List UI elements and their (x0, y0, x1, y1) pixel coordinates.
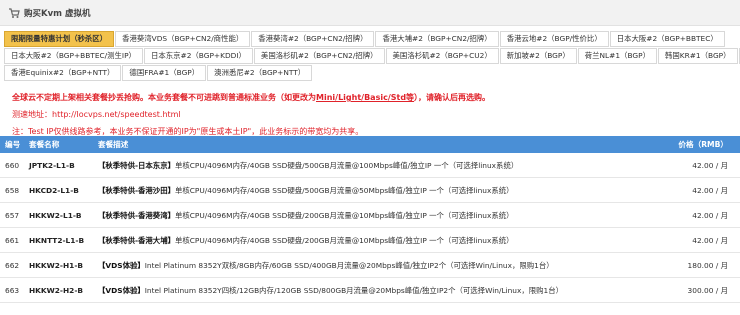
plan-desc-text: 单核CPU/4096M内存/40GB SSD硬盘/200GB月流量@10Mbps… (174, 236, 514, 245)
table-row[interactable]: 661 HKNTT2-L1-B 【秋季特供-香港大埔】单核CPU/4096M内存… (0, 228, 740, 253)
tab-hk-kwaiwan-vds[interactable]: 香港葵湾VDS（BGP+CN2/商性能） (115, 31, 251, 47)
tab-row: 香港Equinix#2（BGP+NTT） 德国FRA#1（BGP） 澳洲悉尼#2… (4, 65, 740, 81)
plan-desc-text: 单核CPU/4096M内存/40GB SSD硬盘/500GB月流量@100Mbp… (174, 161, 519, 170)
tab-jp-osaka-2[interactable]: 日本大阪#2（BGP+BBTEC） (609, 31, 725, 47)
plan-price: 42.00 / 月 (692, 186, 728, 195)
plan-id: 660 (5, 161, 20, 170)
plan-id: 658 (5, 186, 20, 195)
notice-link[interactable]: Mini/Light/Basic/Std等 (316, 93, 414, 102)
tab-hk-equinix-2[interactable]: 香港Equinix#2（BGP+NTT） (4, 65, 122, 81)
tab-au-sydney-2[interactable]: 澳洲悉尼#2（BGP+NTT） (207, 65, 313, 81)
table-row[interactable]: 662 HKKW2-H1-B 【VDS体验】Intel Platinum 835… (0, 253, 740, 278)
plan-desc: 【VDS体验】Intel Platinum 8352Y四核/12GB内存/120… (98, 278, 563, 303)
plan-desc: 【秋季特供-日本东京】单核CPU/4096M内存/40GB SSD硬盘/500G… (98, 153, 518, 178)
plan-tag: 【秋季特供-日本东京】 (98, 161, 175, 170)
table-row[interactable]: 663 HKKW2-H2-B 【VDS体验】Intel Platinum 835… (0, 278, 740, 303)
plan-id: 657 (5, 211, 20, 220)
plan-name: JPTK2-L1-B (29, 161, 75, 170)
tab-hk-taipo-2[interactable]: 香港大埔#2（BGP+CN2/招牌） (375, 31, 499, 47)
plan-name: HKNTT2-L1-B (29, 236, 85, 245)
plan-price: 42.00 / 月 (692, 236, 728, 245)
plan-id: 662 (5, 261, 20, 270)
page-title: 购买Kvm 虚拟机 (24, 8, 91, 19)
notice-text: ），请确认后再选购。 (414, 93, 491, 102)
plan-desc: 【VDS体验】Intel Platinum 8352Y双核/8GB内存/60GB… (98, 253, 554, 278)
tab-us-la-2-cu2[interactable]: 美国洛杉矶#2（BGP+CU2） (385, 48, 499, 64)
plan-id: 661 (5, 236, 20, 245)
plan-price: 42.00 / 月 (692, 211, 728, 220)
plan-table: 660 JPTK2-L1-B 【秋季特供-日本东京】单核CPU/4096M内存/… (0, 153, 740, 303)
plan-desc: 【秋季特供-香港葵湾】单核CPU/4096M内存/40GB SSD硬盘/200G… (98, 203, 514, 228)
table-row[interactable]: 657 HKKW2-L1-B 【秋季特供-香港葵湾】单核CPU/4096M内存/… (0, 203, 740, 228)
plan-price: 300.00 / 月 (687, 286, 728, 295)
tab-hk-kwaiwan-2[interactable]: 香港葵湾#2（BGP+CN2/招牌） (251, 31, 375, 47)
cart-icon (8, 7, 20, 19)
col-price-header: 价格（RMB） (678, 140, 728, 149)
tab-jp-tokyo-2[interactable]: 日本东京#2（BGP+KDDI） (143, 48, 253, 64)
plan-price: 42.00 / 月 (692, 161, 728, 170)
tab-hk-cloud-2[interactable]: 香港云地#2（BGP/性价比） (499, 31, 609, 47)
tab-sg-2[interactable]: 新加坡#2（BGP） (499, 48, 577, 64)
col-name-header: 套餐名称 (29, 140, 60, 149)
tab-us-la-2-cn2[interactable]: 美国洛杉矶#2（BGP+CN2/招牌） (253, 48, 385, 64)
plan-tag: 【秋季特供-香港葵湾】 (98, 211, 175, 220)
page-header: 购买Kvm 虚拟机 (0, 0, 740, 26)
tab-jp-osaka-2-test[interactable]: 日本大阪#2（BGP+BBTEC/测生IP） (4, 48, 143, 64)
notice-line-1: 全球云不定期上架相关套餐抄丢抢购。本业务套餐不可进跳到普通标准业务（如更改为Mi… (12, 90, 732, 106)
table-row[interactable]: 658 HKCD2-L1-B 【秋季特供-香港沙田】单核CPU/4096M内存/… (0, 178, 740, 203)
plan-tag: 【秋季特供-香港大埔】 (98, 236, 175, 245)
tab-de-fra-1[interactable]: 德国FRA#1（BGP） (122, 65, 207, 81)
plan-desc-text: 单核CPU/4096M内存/40GB SSD硬盘/200GB月流量@10Mbps… (174, 211, 514, 220)
plan-desc-text: Intel Platinum 8352Y四核/12GB内存/120GB SSD/… (144, 286, 564, 295)
table-header: 编号 套餐名称 套餐描述 价格（RMB） (0, 136, 740, 153)
plan-price: 180.00 / 月 (687, 261, 728, 270)
tab-row: 日本大阪#2（BGP+BBTEC/测生IP） 日本东京#2（BGP+KDDI） … (4, 48, 740, 64)
plan-desc: 【秋季特供-香港沙田】单核CPU/4096M内存/40GB SSD硬盘/500G… (98, 178, 514, 203)
plan-name: HKKW2-H2-B (29, 286, 84, 295)
speedtest-line: 测速地址：http://locvps.net/speedtest.html (12, 110, 181, 119)
plan-desc-text: 单核CPU/4096M内存/40GB SSD硬盘/500GB月流量@50Mbps… (174, 186, 514, 195)
col-id-header: 编号 (5, 140, 21, 149)
notice-text: 全球云不定期上架相关套餐抄丢抢购。本业务套餐不可进跳到普通标准业务（如更改为 (12, 93, 316, 102)
plan-tag: 【VDS体验】 (98, 286, 145, 295)
plan-tag: 【VDS体验】 (98, 261, 145, 270)
region-tabs: 限期限量特惠计划（秒杀区） 香港葵湾VDS（BGP+CN2/商性能） 香港葵湾#… (4, 31, 740, 82)
tab-row: 限期限量特惠计划（秒杀区） 香港葵湾VDS（BGP+CN2/商性能） 香港葵湾#… (4, 31, 740, 47)
plan-desc: 【秋季特供-香港大埔】单核CPU/4096M内存/40GB SSD硬盘/200G… (98, 228, 514, 253)
plan-name: HKKW2-H1-B (29, 261, 84, 270)
tab-kr-1[interactable]: 韩国KR#1（BGP） (657, 48, 738, 64)
notice-block: 全球云不定期上架相关套餐抄丢抢购。本业务套餐不可进跳到普通标准业务（如更改为Mi… (12, 90, 732, 140)
plan-tag: 【秋季特供-香港沙田】 (98, 186, 175, 195)
plan-id: 663 (5, 286, 20, 295)
table-row[interactable]: 660 JPTK2-L1-B 【秋季特供-日本东京】单核CPU/4096M内存/… (0, 153, 740, 178)
plan-desc-text: Intel Platinum 8352Y双核/8GB内存/60GB SSD/40… (144, 261, 554, 270)
plan-name: HKKW2-L1-B (29, 211, 82, 220)
tab-flash-sale[interactable]: 限期限量特惠计划（秒杀区） (4, 31, 115, 47)
tab-nl-1[interactable]: 荷兰NL#1（BGP） (577, 48, 657, 64)
col-desc-header: 套餐描述 (98, 140, 129, 149)
plan-name: HKCD2-L1-B (29, 186, 79, 195)
